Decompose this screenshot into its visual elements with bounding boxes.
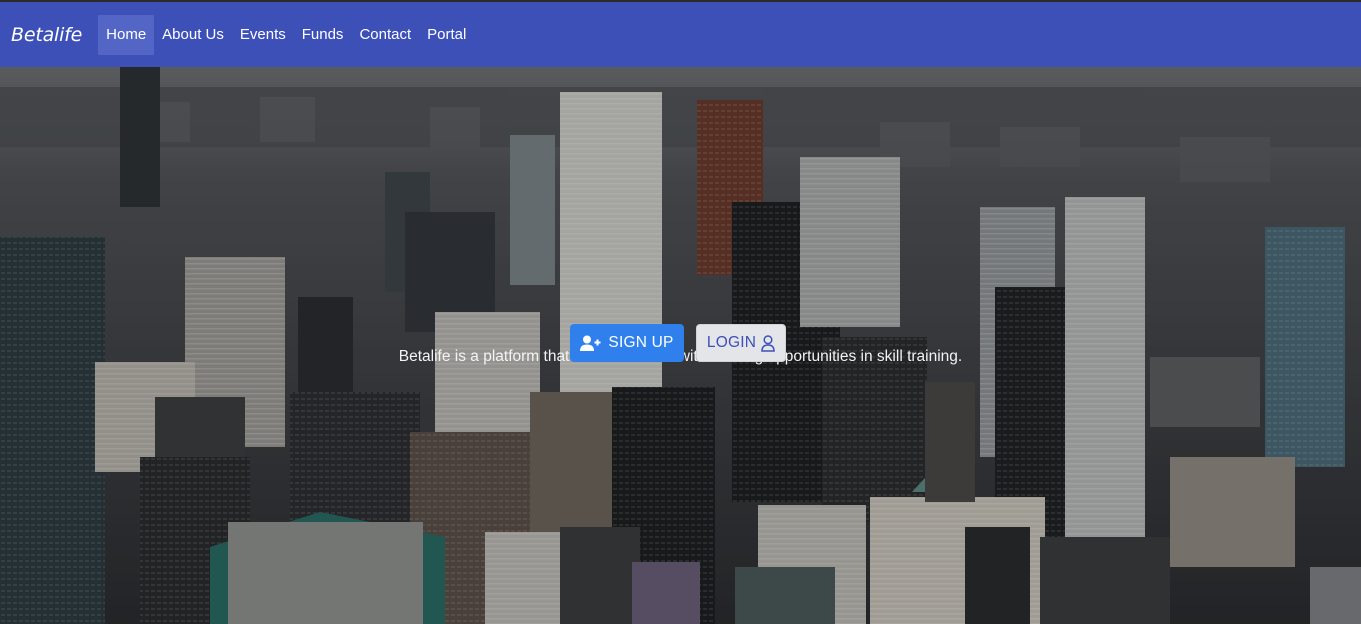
login-button[interactable]: LOGIN [696,324,786,362]
nav-item-events[interactable]: Events [232,15,294,55]
brand-logo[interactable]: Betalife [11,24,82,46]
nav-item-contact[interactable]: Contact [351,15,419,55]
sign-up-button[interactable]: SIGN UP [570,324,684,362]
nav-item-home[interactable]: Home [98,14,155,55]
sign-up-label: SIGN UP [608,334,674,351]
user-plus-icon [580,335,601,352]
nav-item-portal[interactable]: Portal [419,15,474,55]
navbar: Betalife Home About Us Events Funds Cont… [0,0,1361,67]
login-label: LOGIN [706,334,757,351]
nav-item-about-us[interactable]: About Us [154,15,232,55]
nav-item-funds[interactable]: Funds [294,15,352,55]
nav-links: Home About Us Events Funds Contact Porta… [98,14,474,55]
user-icon [761,334,775,352]
